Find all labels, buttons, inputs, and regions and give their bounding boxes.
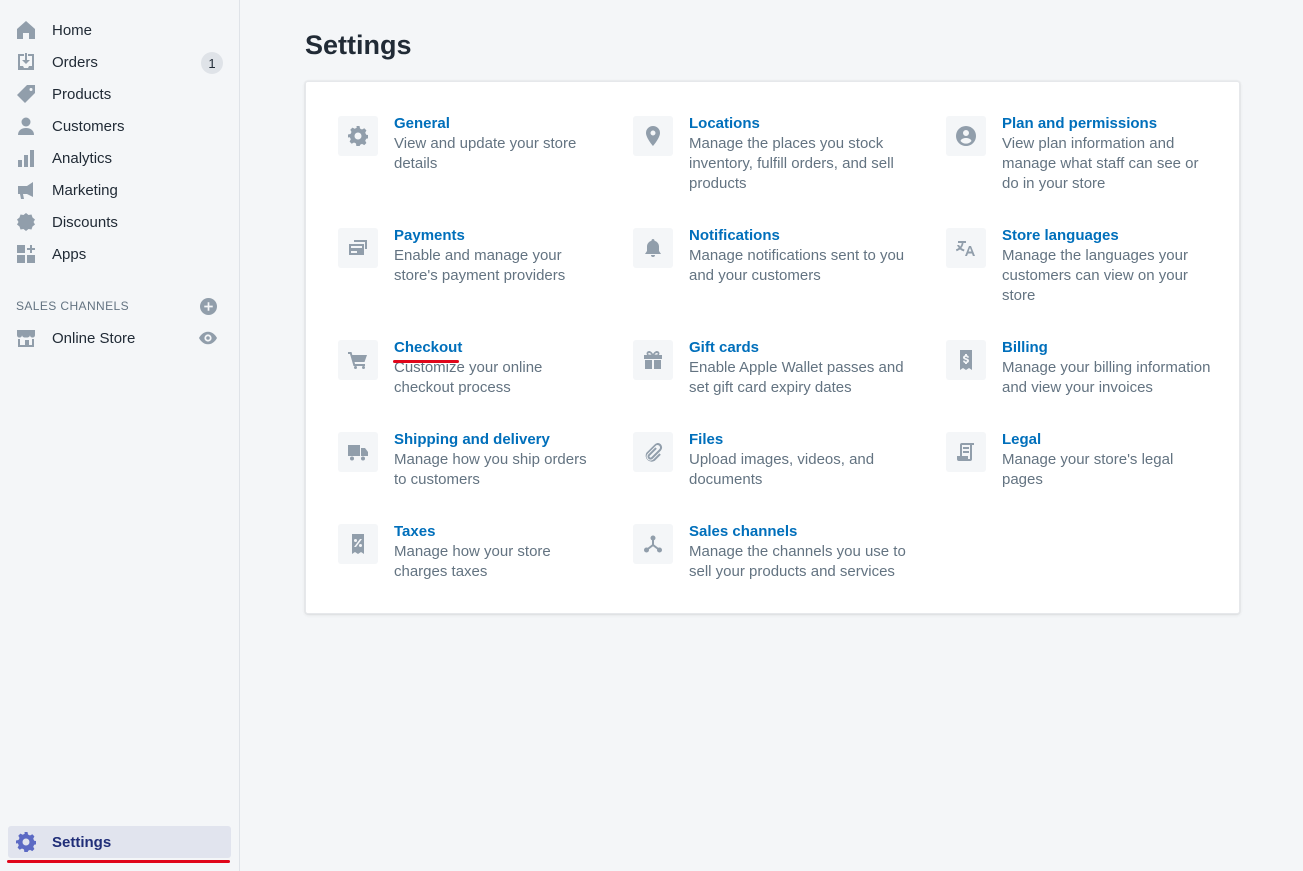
tile-title[interactable]: Payments <box>394 226 465 246</box>
user-circle-icon <box>946 116 986 156</box>
billing-receipt-icon <box>946 340 986 380</box>
nav-item-label: Marketing <box>52 181 118 199</box>
main-nav: Home Orders 1 Products Customers Analyti… <box>0 0 239 270</box>
tile-description: Manage the places you stock inventory, f… <box>689 135 894 192</box>
tile-description: Enable and manage your store's payment p… <box>394 247 566 284</box>
gear-icon <box>338 116 378 156</box>
nav-item-label: Analytics <box>52 149 113 167</box>
settings-card: General View and update your store detai… <box>305 81 1240 614</box>
apps-icon <box>16 244 36 264</box>
tile-title[interactable]: Legal <box>1002 430 1041 450</box>
sales-channels-icon <box>633 524 673 564</box>
person-icon <box>16 116 36 136</box>
settings-tile-files[interactable]: Files Upload images, videos, and documen… <box>633 430 909 490</box>
tile-description: Manage your store's legal pages <box>1002 451 1174 488</box>
tag-icon <box>16 84 36 104</box>
payment-card-icon <box>338 228 378 268</box>
tile-title[interactable]: Checkout <box>393 338 463 363</box>
tile-title[interactable]: Taxes <box>394 522 435 542</box>
paperclip-icon <box>633 432 673 472</box>
nav-item-label: Customers <box>52 117 125 135</box>
bar-chart-icon <box>16 148 36 168</box>
store-icon <box>16 328 36 348</box>
tile-title[interactable]: Shipping and delivery <box>394 430 550 450</box>
nav-item-label: Products <box>52 85 112 103</box>
nav-item-products[interactable]: Products <box>0 78 239 110</box>
tile-description: View plan information and manage what st… <box>1002 135 1199 192</box>
tile-title[interactable]: Billing <box>1002 338 1048 358</box>
nav-item-label: Settings <box>52 833 112 851</box>
tile-description: View and update your store details <box>394 135 577 172</box>
translate-icon <box>946 228 986 268</box>
tile-description: Manage your billing information and view… <box>1002 359 1211 396</box>
megaphone-icon <box>16 180 36 200</box>
sales-channels-heading: SALES CHANNELS <box>0 290 239 322</box>
orders-icon <box>16 52 36 72</box>
nav-item-apps[interactable]: Apps <box>0 238 239 270</box>
settings-tile-store-languages[interactable]: Store languages Manage the languages you… <box>946 226 1217 306</box>
tile-title[interactable]: Gift cards <box>689 338 759 358</box>
tile-title[interactable]: General <box>394 114 450 134</box>
home-icon <box>16 20 36 40</box>
legal-document-icon <box>946 432 986 472</box>
checkout-title-text: Checkout <box>394 339 463 356</box>
nav-item-discounts[interactable]: Discounts <box>0 206 239 238</box>
settings-tile-locations[interactable]: Locations Manage the places you stock in… <box>633 114 909 194</box>
nav-item-online-store[interactable]: Online Store <box>0 322 239 354</box>
page-title: Settings <box>305 30 412 60</box>
settings-tile-notifications[interactable]: Notifications Manage notifications sent … <box>633 226 909 286</box>
nav-item-label: Home <box>52 21 93 39</box>
settings-tile-plan-and-permissions[interactable]: Plan and permissions View plan informati… <box>946 114 1217 194</box>
tile-title[interactable]: Files <box>689 430 723 450</box>
nav-item-settings[interactable]: Settings <box>8 826 231 858</box>
add-sales-channel-icon[interactable] <box>200 298 217 315</box>
tile-title[interactable]: Plan and permissions <box>1002 114 1157 134</box>
settings-tile-taxes[interactable]: Taxes Manage how your store charges taxe… <box>338 522 594 582</box>
settings-tile-legal[interactable]: Legal Manage your store's legal pages <box>946 430 1217 490</box>
nav-item-marketing[interactable]: Marketing <box>0 174 239 206</box>
settings-tile-payments[interactable]: Payments Enable and manage your store's … <box>338 226 594 286</box>
tile-description: Upload images, videos, and documents <box>689 451 875 488</box>
settings-tile-sales-channels[interactable]: Sales channels Manage the channels you u… <box>633 522 909 582</box>
tile-title[interactable]: Sales channels <box>689 522 797 542</box>
gift-icon <box>633 340 673 380</box>
tile-description: Enable Apple Wallet passes and set gift … <box>689 359 904 396</box>
nav-item-customers[interactable]: Customers <box>0 110 239 142</box>
eye-icon[interactable] <box>199 330 217 346</box>
cart-icon <box>338 340 378 380</box>
discount-icon <box>16 212 36 232</box>
tile-description: Manage notifications sent to you and you… <box>689 247 905 284</box>
settings-tile-gift-cards[interactable]: Gift cards Enable Apple Wallet passes an… <box>633 338 909 398</box>
nav-item-label: Apps <box>52 245 87 263</box>
tile-title[interactable]: Notifications <box>689 226 780 246</box>
truck-icon <box>338 432 378 472</box>
settings-tile-general[interactable]: General View and update your store detai… <box>338 114 594 174</box>
settings-tile-shipping-and-delivery[interactable]: Shipping and delivery Manage how you shi… <box>338 430 594 490</box>
tile-title[interactable]: Store languages <box>1002 226 1119 246</box>
sidebar: Home Orders 1 Products Customers Analyti… <box>0 0 240 871</box>
nav-item-label: Discounts <box>52 213 118 231</box>
nav-item-analytics[interactable]: Analytics <box>0 142 239 174</box>
tile-description: Manage the channels you use to sell your… <box>689 543 906 580</box>
tax-receipt-icon <box>338 524 378 564</box>
checkout-annotation-underline <box>393 360 459 363</box>
tile-description: Customize your online checkout process <box>394 359 543 396</box>
nav-item-label: Online Store <box>52 329 136 347</box>
tile-title[interactable]: Locations <box>689 114 760 134</box>
settings-tile-checkout[interactable]: Checkout Customize your online checkout … <box>338 338 594 398</box>
settings-annotation-underline <box>7 860 230 863</box>
tile-description: Manage the languages your customers can … <box>1002 247 1188 304</box>
bell-icon <box>633 228 673 268</box>
nav-item-orders[interactable]: Orders 1 <box>0 46 239 78</box>
nav-item-home[interactable]: Home <box>0 14 239 46</box>
nav-item-label: Orders <box>52 53 98 71</box>
location-pin-icon <box>633 116 673 156</box>
tile-description: Manage how your store charges taxes <box>394 543 551 580</box>
sales-channels-label: SALES CHANNELS <box>16 299 129 313</box>
gear-icon <box>16 832 36 852</box>
tile-description: Manage how you ship orders to customers <box>394 451 587 488</box>
settings-tile-billing[interactable]: Billing Manage your billing information … <box>946 338 1217 398</box>
orders-count-badge: 1 <box>201 52 223 74</box>
